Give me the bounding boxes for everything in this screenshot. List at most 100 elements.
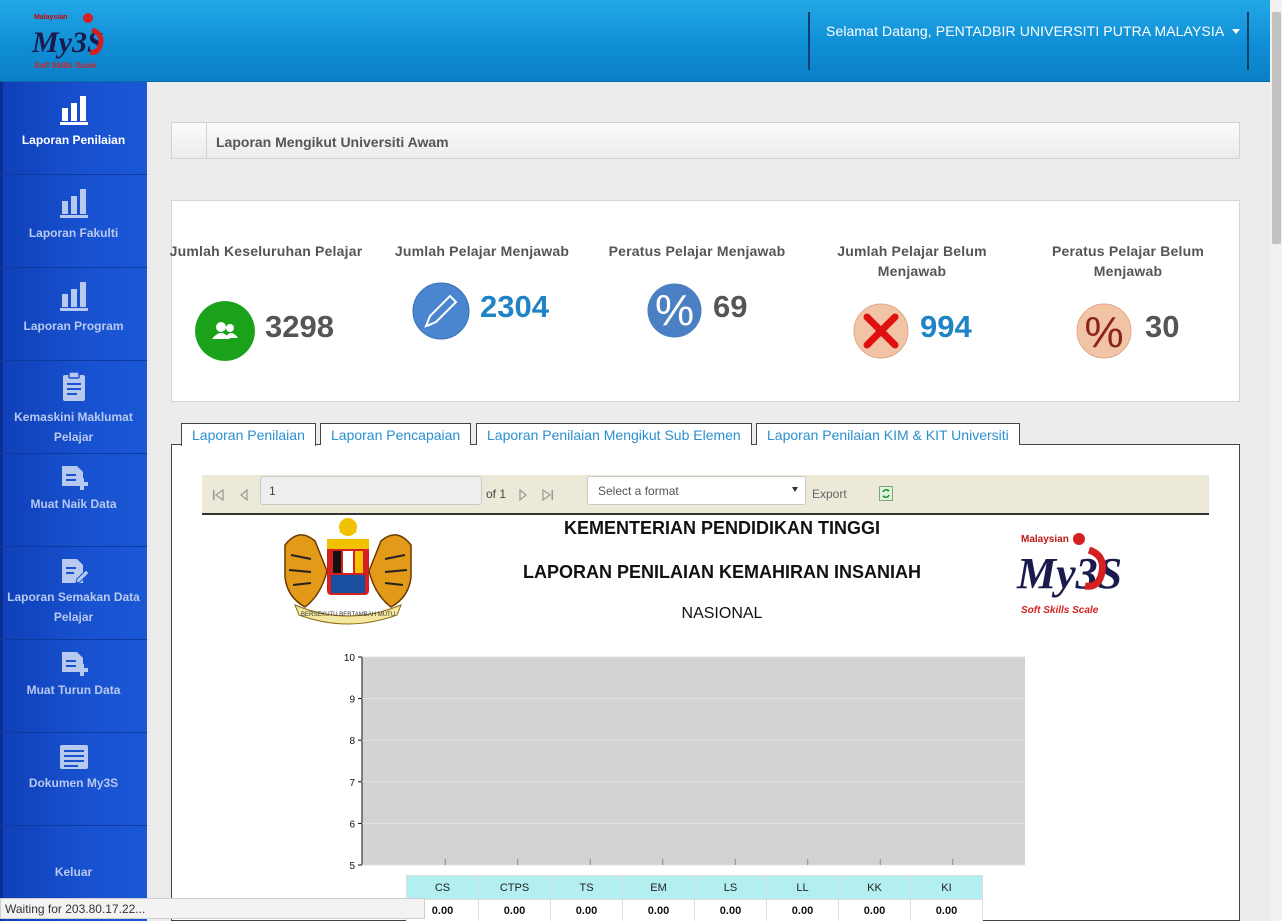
stat-value: 3298 (265, 309, 334, 344)
report-heading-title: LAPORAN PENILAIAN KEMAHIRAN INSANIAH (522, 562, 921, 582)
tab-laporan-penilaian-kim-kit[interactable]: Laporan Penilaian KIM & KIT Universiti (756, 423, 1020, 445)
stat-peratus-pelajar-belum-menjawab: Peratus Pelajar Belum Menjawab (1028, 241, 1228, 281)
value-cell-ctps: 0.00 (478, 899, 551, 921)
export-format-placeholder: Select a format (598, 484, 679, 498)
stat-title: Jumlah Pelajar Menjawab (394, 243, 570, 259)
browser-status-bar: Waiting for 203.80.17.22... (0, 898, 425, 919)
document-add-icon (62, 466, 88, 490)
sidebar-item-dokumen-my3s[interactable]: Dokumen My3S (0, 733, 147, 826)
category-header-ctps: CTPS (478, 875, 551, 900)
category-header-em: EM (622, 875, 695, 900)
stat-value: 69 (713, 289, 748, 324)
category-header-ki: KI (910, 875, 983, 900)
caret-down-icon[interactable] (1232, 29, 1240, 34)
stat-peratus-pelajar-menjawab: Peratus Pelajar Menjawab (597, 241, 797, 261)
sidebar-item-laporan-penilaian[interactable]: Laporan Penilaian (0, 82, 147, 175)
select-arrow-icon (792, 487, 798, 492)
svg-text:%: % (655, 286, 694, 335)
scrollbar-thumb[interactable] (1272, 12, 1281, 244)
stat-value: 30 (1145, 309, 1180, 344)
table-row: 0.00 0.00 0.00 0.00 0.00 0.00 0.00 0.00 (406, 899, 983, 921)
tab-laporan-pencapaian[interactable]: Laporan Pencapaian (320, 423, 472, 445)
value-cell-em: 0.00 (622, 899, 695, 921)
stat-title: Jumlah Pelajar Belum Menjawab (837, 243, 987, 279)
cross-icon (853, 303, 909, 359)
my3s-logo[interactable]: Malaysian My3S Soft Skills Scale (30, 8, 130, 72)
report-heading-scope: NASIONAL (681, 605, 763, 622)
tab-laporan-penilaian-sub-elemen[interactable]: Laporan Penilaian Mengikut Sub Elemen (476, 423, 752, 445)
logo-my3s-text: My3S (1016, 549, 1122, 598)
breadcrumb: Laporan Mengikut Universiti Awam (171, 122, 1240, 159)
crest-motto: BERSEKUTU BERTAMBAH MUTU (301, 612, 395, 618)
sidebar-item-label: Laporan Program (23, 319, 124, 333)
previous-page-icon[interactable] (237, 488, 251, 502)
sidebar-item-label: Laporan Semakan Data Pelajar (7, 590, 140, 624)
logo-soft-skills-text: Soft Skills Scale (1021, 605, 1099, 616)
value-cell-ls: 0.00 (694, 899, 767, 921)
percent-icon: % (1076, 303, 1132, 359)
y-tick-label: 7 (349, 778, 355, 789)
y-tick-label: 5 (349, 861, 355, 872)
list-icon (60, 745, 88, 769)
export-format-select[interactable]: Select a format (587, 476, 806, 505)
sidebar-item-kemaskini-maklumat-pelajar[interactable]: Kemaskini Maklumat Pelajar (0, 361, 147, 454)
welcome-user-menu[interactable]: Selamat Datang, PENTADBIR UNIVERSITI PUT… (826, 23, 1224, 39)
sidebar-item-label: Keluar (54, 865, 93, 879)
stat-title: Peratus Pelajar Menjawab (608, 243, 786, 259)
bar-chart: 10 9 8 7 6 5 (344, 653, 1025, 872)
document-edit-icon (62, 559, 89, 584)
y-tick-label: 10 (344, 653, 356, 664)
svg-text:Malaysian: Malaysian (34, 14, 67, 21)
sidebar-item-label: Dokumen My3S (28, 776, 119, 790)
stat-jumlah-pelajar-belum-menjawab: Jumlah Pelajar Belum Menjawab (812, 241, 1012, 281)
tab-laporan-penilaian[interactable]: Laporan Penilaian (181, 423, 316, 446)
header-separator (1247, 12, 1249, 70)
top-header: Malaysian My3S Soft Skills Scale Selamat… (0, 0, 1270, 82)
sidebar-item-muat-naik-data[interactable]: Muat Naik Data (0, 454, 147, 547)
chart-data-table: CS CTPS TS EM LS LL KK KI 0.00 0.00 0.00 0.00 0.00 0… (406, 875, 983, 921)
sidebar-item-muat-turun-data[interactable]: Muat Turun Data (0, 640, 147, 733)
sidebar-item-laporan-program[interactable]: Laporan Program (0, 268, 147, 361)
svg-text:Soft Skills Scale: Soft Skills Scale (34, 61, 96, 70)
page-number-input[interactable]: 1 (260, 476, 482, 505)
report-heading-ministry: KEMENTERIAN PENDIDIKAN TINGGI (563, 518, 880, 538)
stat-title: Jumlah Keseluruhan Pelajar (169, 243, 363, 259)
stat-jumlah-keseluruhan-pelajar: Jumlah Keseluruhan Pelajar (166, 241, 366, 261)
users-icon (195, 301, 255, 361)
stat-value: 2304 (480, 289, 549, 324)
y-tick-label: 8 (349, 736, 355, 747)
stat-value: 994 (920, 309, 972, 344)
bar-chart-icon (60, 96, 88, 125)
refresh-icon[interactable] (879, 486, 893, 501)
first-page-icon[interactable] (211, 488, 225, 502)
percent-icon: % (647, 283, 702, 338)
value-cell-ll: 0.00 (766, 899, 839, 921)
my3s-soft-skills-logo: Malaysian My3S Soft Skills Scale (1016, 533, 1122, 616)
sidebar-item-laporan-fakulti[interactable]: Laporan Fakulti (0, 175, 147, 268)
sidebar-item-label: Muat Naik Data (30, 497, 117, 511)
stat-title: Peratus Pelajar Belum Menjawab (1051, 243, 1205, 279)
svg-text:%: % (1084, 308, 1123, 357)
page-title: Laporan Mengikut Universiti Awam (216, 134, 449, 150)
sidebar-item-laporan-semakan-data-pelajar[interactable]: Laporan Semakan Data Pelajar (0, 547, 147, 640)
stat-jumlah-pelajar-menjawab: Jumlah Pelajar Menjawab (382, 241, 582, 261)
plot-area (362, 657, 1025, 865)
category-header-ll: LL (766, 875, 839, 900)
sidebar: Laporan Penilaian Laporan Fakulti Lapora… (0, 82, 147, 921)
pencil-icon (412, 282, 470, 340)
next-page-icon[interactable] (516, 488, 530, 502)
sidebar-item-label: Laporan Fakulti (28, 226, 119, 240)
clipboard-icon (63, 371, 85, 401)
stats-panel: Jumlah Keseluruhan Pelajar Jumlah Pelaja… (170, 200, 1240, 402)
export-button[interactable]: Export (812, 487, 847, 501)
sidebar-item-label: Laporan Penilaian (21, 133, 126, 147)
last-page-icon[interactable] (541, 488, 555, 502)
sidebar-item-label: Kemaskini Maklumat Pelajar (14, 410, 133, 444)
y-tick-label: 6 (349, 819, 355, 830)
coat-of-arms-image: BERSEKUTU BERTAMBAH MUTU (284, 518, 412, 625)
table-header-row: CS CTPS TS EM LS LL KK KI (406, 875, 983, 900)
breadcrumb-gutter (172, 123, 207, 158)
sidebar-item-label: Muat Turun Data (26, 683, 121, 697)
logo-malaysian-text: Malaysian (1021, 534, 1069, 545)
value-cell-ts: 0.00 (550, 899, 623, 921)
